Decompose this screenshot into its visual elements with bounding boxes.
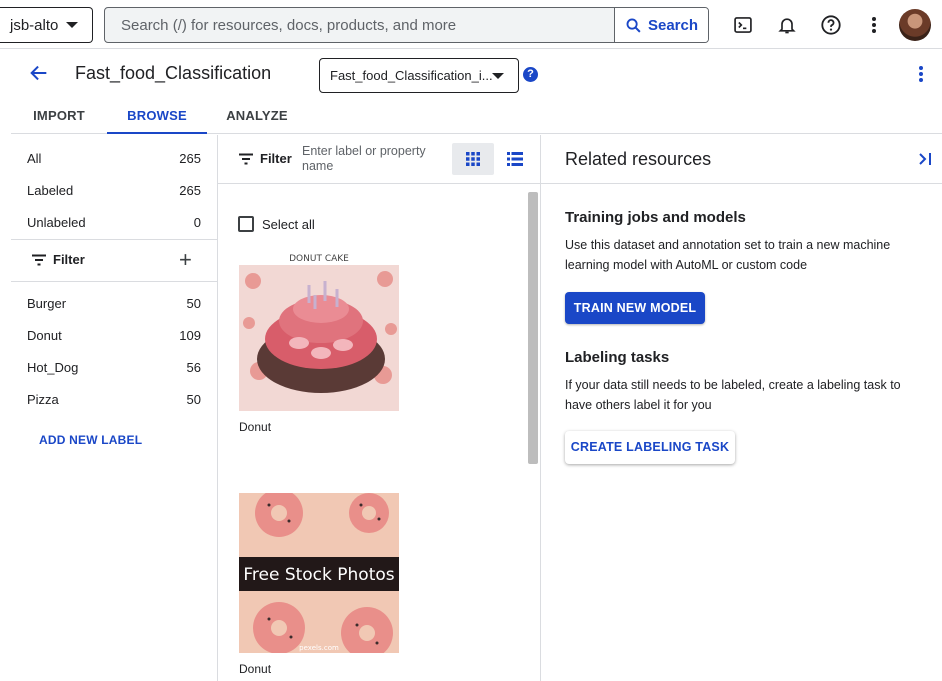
image-caption-subtext: pexels.com [299,644,339,652]
label-count: 50 [186,392,201,407]
label-name: Donut [27,328,62,343]
title-row: Fast_food_Classification Fast_food_Class… [0,49,942,99]
more-vert-icon [872,17,876,33]
top-bar: jsb-alto Search (/) for resources, docs,… [0,0,942,49]
label-count: 50 [186,296,201,311]
count-row-unlabeled[interactable]: Unlabeled 0 [11,207,217,239]
page-more-button[interactable] [918,65,924,88]
label-name: Hot_Dog [27,360,79,375]
dataset-version-select[interactable]: Fast_food_Classification_i... [319,58,519,93]
count-label: Labeled [27,183,74,198]
more-vert-icon [919,66,923,82]
filter-label: Filter [53,252,85,267]
search-icon [626,18,641,33]
search-button[interactable]: Search [614,8,708,42]
arrow-back-icon [30,65,47,81]
label-name: Pizza [27,392,59,407]
select-all-checkbox[interactable]: Select all [238,216,315,232]
label-row-pizza[interactable]: Pizza 50 [11,384,217,416]
filter-input[interactable]: Enter label or property name [302,144,442,174]
scrollbar[interactable] [528,192,538,464]
cloud-shell-button[interactable] [731,13,755,37]
chevron-down-icon [66,22,78,28]
add-new-label-button[interactable]: ADD NEW LABEL [39,433,142,447]
count-row-all[interactable]: All 265 [11,143,217,175]
tab-import[interactable]: IMPORT [11,99,107,134]
label-row-hot-dog[interactable]: Hot_Dog 56 [11,352,217,384]
related-resources-header: Related resources [541,135,942,184]
donut-stock-image: Free Stock Photos pexels.com [239,493,399,653]
tab-bar: IMPORT BROWSE ANALYZE [11,99,942,134]
count-row-labeled[interactable]: Labeled 265 [11,175,217,207]
search-button-label: Search [647,16,699,34]
training-section-title: Training jobs and models [565,209,746,226]
search-input[interactable]: Search (/) for resources, docs, products… [121,17,456,34]
divider [11,239,217,240]
label-row-burger[interactable]: Burger 50 [11,288,217,320]
browse-panel: Filter Enter label or property name Sele… [218,135,541,681]
browse-toolbar: Filter Enter label or property name [218,135,540,184]
divider [11,281,217,282]
more-options-button[interactable] [862,13,886,37]
tab-browse[interactable]: BROWSE [107,99,207,134]
image-thumbnail[interactable]: DONUT CAKE [239,251,399,411]
collapse-panel-button[interactable] [917,151,933,172]
help-icon[interactable]: ? [523,67,538,82]
count-value: 0 [193,215,201,230]
label-count: 109 [179,328,201,343]
project-name: jsb-alto [10,16,59,34]
thumbnail-label: Donut [239,420,272,434]
label-sidebar: All 265 Labeled 265 Unlabeled 0 Filter +… [11,135,218,681]
filter-label: Filter [260,151,292,166]
add-icon[interactable]: + [179,249,192,271]
chevron-down-icon [492,73,504,79]
filter-icon [239,153,253,164]
label-filter-button[interactable]: Filter [31,252,85,267]
notifications-button[interactable] [775,13,799,37]
select-all-label: Select all [262,216,315,232]
create-labeling-task-button[interactable]: CREATE LABELING TASK [565,431,735,464]
thumbnail-label: Donut [239,662,272,676]
label-row-donut[interactable]: Donut 109 [11,320,217,352]
browse-filter-button[interactable]: Filter [238,151,292,166]
count-value: 265 [179,183,201,198]
count-value: 265 [179,151,201,166]
project-selector[interactable]: jsb-alto [0,7,93,43]
bell-icon [778,18,796,34]
back-button[interactable] [28,62,50,89]
grid-icon [466,152,480,166]
image-thumbnail[interactable]: Free Stock Photos pexels.com [239,493,399,653]
help-icon [821,15,841,35]
page-title: Fast_food_Classification [75,63,272,83]
terminal-icon [734,17,752,33]
donut-cake-image: DONUT CAKE [239,251,399,411]
filter-icon [32,254,46,265]
avatar[interactable] [899,9,931,41]
label-name: Burger [27,296,67,311]
image-caption-text: DONUT CAKE [289,254,349,264]
tab-analyze[interactable]: ANALYZE [207,99,307,134]
labeling-section-title: Labeling tasks [565,349,670,366]
train-new-model-button[interactable]: TRAIN NEW MODEL [565,292,705,324]
labeling-description: If your data still needs to be labeled, … [565,378,901,412]
count-label: All [27,151,42,166]
count-label: Unlabeled [27,215,86,230]
help-button[interactable] [819,13,843,37]
training-description: Use this dataset and annotation set to t… [565,238,891,272]
list-icon [507,152,523,166]
related-resources-panel: Related resources Training jobs and mode… [541,135,942,681]
checkbox[interactable] [238,216,254,232]
list-view-button[interactable] [500,143,530,175]
label-count: 56 [186,360,201,375]
collapse-right-icon [919,153,931,165]
image-caption-text: Free Stock Photos [243,565,394,585]
grid-view-button[interactable] [452,143,494,175]
dataset-select-value: Fast_food_Classification_i... [330,68,493,83]
panel-title: Related resources [565,149,712,169]
search-bar[interactable]: Search (/) for resources, docs, products… [104,7,709,43]
